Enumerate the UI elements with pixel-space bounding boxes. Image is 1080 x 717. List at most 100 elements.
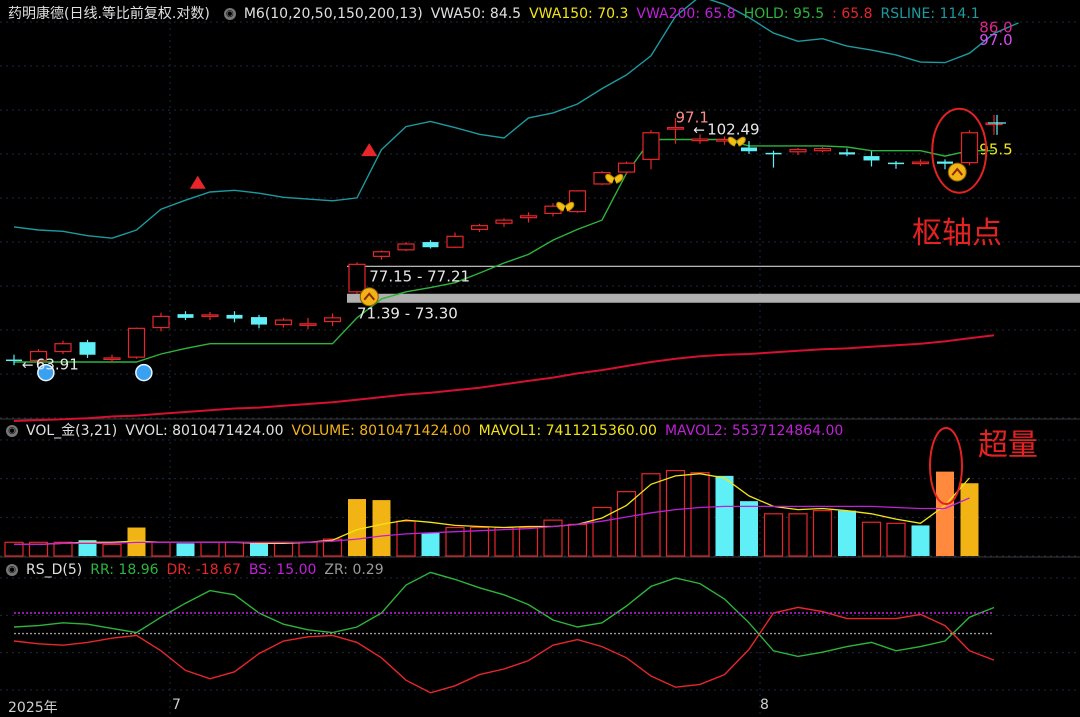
- signal-triangle-icon: [189, 175, 206, 189]
- candle-body: [789, 149, 807, 153]
- candle-body: [6, 359, 22, 362]
- volume-bar: [665, 469, 686, 557]
- m6-label: M6(10,20,50,150,200,13): [243, 6, 423, 22]
- price-label: 102.49: [707, 120, 760, 138]
- rsline-label: RSLINE: 114.1: [880, 6, 980, 22]
- candle-body: [911, 161, 930, 165]
- candle-body: [937, 161, 953, 164]
- buy-coin-icon: [947, 162, 967, 182]
- candle-body: [519, 215, 538, 219]
- surge-annotation: 超量: [978, 428, 1038, 463]
- candle-body: [888, 162, 904, 165]
- volume-bar: [838, 510, 856, 556]
- volume-bar: [273, 541, 294, 557]
- candle-body: [372, 251, 391, 257]
- volume-header: ◉ VOL_金(3,21) VVOL: 8010471424.00 VOLUME: 8…: [0, 420, 1080, 442]
- candle-body: [422, 242, 439, 248]
- indicator-toggle-icon[interactable]: ◉: [223, 8, 236, 20]
- candle-body: [79, 342, 96, 355]
- pivot-annotation: 枢轴点: [912, 216, 1002, 251]
- buy-coin-icon: [359, 287, 379, 307]
- volume-bar: [960, 483, 979, 556]
- volume-bar: [200, 541, 220, 557]
- price-label: 71.39 - 73.30: [357, 305, 458, 323]
- candle-body: [152, 315, 170, 329]
- volume-bar: [372, 500, 391, 556]
- volume-bar: [740, 501, 758, 556]
- vvol-label: VVOL: 8010471424.00: [125, 423, 284, 439]
- colon-label: : 65.8: [832, 6, 873, 22]
- blue-ball-icon: [135, 363, 153, 382]
- candle-body: [863, 156, 880, 161]
- volume-bar: [396, 520, 416, 557]
- candle-body: [226, 314, 243, 319]
- x-label-july: 7: [172, 697, 181, 713]
- signal-triangle-icon: [361, 143, 378, 157]
- volume-bar: [102, 543, 122, 557]
- mavol1-label: MAVOL1: 7411215360.00: [478, 423, 657, 439]
- x-label-year: 2025年: [8, 700, 58, 716]
- candle-body: [691, 138, 709, 142]
- volume-bar: [421, 532, 440, 556]
- rs-header: ◉ RS_D(5) RR: 18.96 DR: -18.67 BS: 15.00 ZR: …: [0, 559, 1080, 581]
- volume-bar: [936, 471, 954, 556]
- candle-body: [201, 314, 219, 317]
- candle-body: [642, 132, 660, 160]
- line-rsline: [13, 0, 1019, 239]
- price-title: 药明康德(日线.等比前复权.对数): [8, 6, 210, 22]
- candle-body: [177, 314, 194, 318]
- volume-bar: [861, 521, 882, 557]
- volume-bar: [176, 543, 195, 556]
- vwa50-label: VWA50: 84.5: [430, 6, 522, 22]
- price-header: 药明康德(日线.等比前复权.对数) ◉ M6(10,20,50,150,200,13…: [0, 3, 1080, 25]
- volume-bar: [690, 472, 710, 557]
- candle-body: [348, 263, 366, 293]
- volume-bar: [616, 491, 637, 557]
- candle-body: [397, 243, 415, 251]
- rr-label: RR: 18.96: [90, 562, 159, 578]
- hold-label: HOLD: 95.5: [743, 6, 825, 22]
- price-label: 63.91: [36, 355, 79, 373]
- volume-bar: [298, 541, 318, 557]
- chart-stage: 97.1102.49←77.15 - 77.2171.39 - 73.3063.…: [0, 0, 1080, 716]
- candle-body: [765, 152, 782, 155]
- rs-title: RS_D(5): [26, 562, 83, 578]
- volume-bar: [250, 543, 268, 556]
- volume-bar: [788, 513, 808, 557]
- volume-bar: [348, 499, 366, 556]
- vwa150-label: VWA150: 70.3: [529, 6, 629, 22]
- volume-bar: [518, 526, 539, 557]
- price-label: 97.0: [979, 31, 1012, 49]
- candle-body: [127, 327, 146, 358]
- candle-body: [251, 317, 267, 325]
- volume-title: VOL_金(3,21): [26, 423, 118, 439]
- candle-body: [103, 357, 121, 361]
- candle-body: [299, 323, 317, 326]
- candle-body: [54, 343, 72, 353]
- volume-bar: [567, 523, 588, 557]
- candle-body: [470, 225, 489, 231]
- line-dr: [13, 606, 995, 694]
- volume-bar: [494, 526, 514, 557]
- volume-bar: [715, 475, 734, 556]
- candle-body: [839, 152, 855, 155]
- candle-body: [446, 235, 464, 248]
- candle-body: [960, 132, 979, 164]
- candle-body: [495, 219, 513, 224]
- volume-bar: [641, 473, 661, 557]
- volume-bar: [151, 541, 171, 557]
- volume-bar: [911, 525, 930, 556]
- volume-toggle-icon[interactable]: ◉: [6, 425, 18, 437]
- volume-bar: [469, 526, 490, 557]
- candle-body: [617, 162, 636, 173]
- volume-bar: [812, 510, 833, 557]
- candle-body: [323, 317, 342, 323]
- bs-label: BS: 15.00: [248, 562, 317, 578]
- volume-bar: [763, 513, 784, 557]
- candle-body: [274, 319, 293, 326]
- arrow-icon: ←: [693, 122, 705, 138]
- mavol2-label: MAVOL2: 5537124864.00: [664, 423, 844, 439]
- volume-bar: [53, 541, 73, 557]
- rs-toggle-icon[interactable]: ◉: [6, 564, 18, 576]
- candle-body: [666, 127, 685, 130]
